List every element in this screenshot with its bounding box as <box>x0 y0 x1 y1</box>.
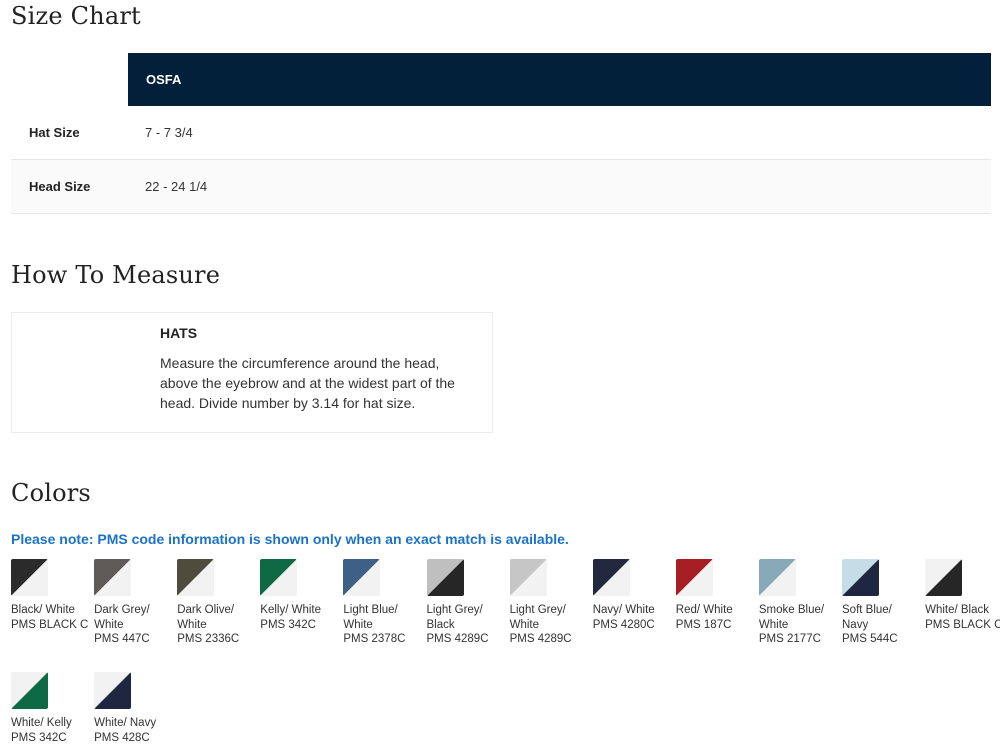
size-column-header: OSFA <box>128 53 991 106</box>
size-row-label: Hat Size <box>29 125 80 140</box>
size-row-label: Head Size <box>29 179 91 194</box>
color-name: White/ Kelly <box>11 717 72 729</box>
color-name: Black/ White <box>11 604 75 616</box>
color-swatch-chip <box>925 559 963 596</box>
color-swatch-label: Navy/ White PMS 4280C <box>593 603 671 632</box>
color-swatch[interactable]: White/ Navy PMS 428C <box>94 672 174 745</box>
color-swatch-label: Kelly/ White PMS 342C <box>260 603 338 632</box>
color-name: Navy/ White <box>592 604 655 616</box>
color-swatch-label: Light Grey/ Black PMS 4289C <box>427 603 505 647</box>
color-swatch-label: Light Grey/ White PMS 4289C <box>510 603 588 647</box>
color-pms-code: PMS 342C <box>11 731 67 744</box>
color-name: Light Grey/ Black <box>426 604 483 631</box>
color-pms-code: PMS 428C <box>94 731 150 744</box>
color-swatch[interactable]: Black/ White PMS BLACK C <box>11 559 91 632</box>
color-name: Red/ White <box>675 604 733 616</box>
color-swatch[interactable]: White/ Black PMS BLACK C <box>925 559 1000 632</box>
color-swatch-chip <box>509 559 547 596</box>
color-pms-code: PMS 4289C <box>426 633 489 645</box>
color-swatch-chip <box>94 559 132 596</box>
measure-instructions: Measure the circumference around the hea… <box>160 355 455 411</box>
measure-card: HATS Measure the circumference around th… <box>11 312 493 433</box>
color-name: Smoke Blue/ White <box>758 604 825 631</box>
color-pms-code: PMS BLACK C <box>11 618 89 631</box>
color-pms-code: PMS 447C <box>94 633 150 645</box>
size-row-hat: Hat Size 7 - 7 3/4 <box>11 106 991 160</box>
color-swatch-label: White/ Kelly PMS 342C <box>11 716 89 745</box>
color-swatch[interactable]: Soft Blue/ Navy PMS 544C <box>842 559 922 647</box>
color-swatch-label: White/ Navy PMS 428C <box>94 716 172 745</box>
color-swatch-chip <box>177 559 215 596</box>
color-swatch-label: Black/ White PMS BLACK C <box>11 603 89 632</box>
color-swatch[interactable]: Dark Olive/ White PMS 2336C <box>177 559 257 647</box>
color-name: White/ Navy <box>94 717 157 729</box>
color-pms-code: PMS 187C <box>675 618 732 631</box>
colors-title: Colors <box>11 479 91 507</box>
color-swatch[interactable]: Navy/ White PMS 4280C <box>592 559 673 632</box>
color-swatch[interactable]: Red/ White PMS 187C <box>675 559 756 632</box>
color-swatch-label: Red/ White PMS 187C <box>676 603 754 632</box>
pms-note: Please note: PMS code information is sho… <box>11 531 569 547</box>
color-swatch-chip <box>11 559 48 596</box>
color-name: Light Blue/ White <box>343 604 398 631</box>
color-swatch-label: Soft Blue/ Navy PMS 544C <box>842 603 920 647</box>
color-pms-code: PMS 2378C <box>343 633 406 645</box>
size-chart-title: Size Chart <box>11 2 141 30</box>
color-pms-code: PMS 2336C <box>177 633 240 645</box>
color-name: Light Grey/ White <box>509 604 566 631</box>
color-swatch-label: Light Blue/ White PMS 2378C <box>343 603 421 647</box>
color-name: Soft Blue/ Navy <box>842 604 892 631</box>
color-swatch-label: Smoke Blue/ White PMS 2177C <box>759 603 837 647</box>
color-swatch[interactable]: White/ Kelly PMS 342C <box>11 672 91 745</box>
color-name: Dark Olive/ White <box>177 604 235 631</box>
color-swatch[interactable]: Kelly/ White PMS 342C <box>260 559 340 632</box>
measure-heading: HATS <box>160 325 198 341</box>
color-swatch[interactable]: Light Grey/ Black PMS 4289C <box>426 559 507 647</box>
color-name: Kelly/ White <box>260 604 322 616</box>
color-pms-code: PMS BLACK C <box>925 618 1000 631</box>
color-swatch-chip <box>94 672 132 709</box>
color-swatch-chip <box>11 672 48 709</box>
color-pms-code: PMS 342C <box>260 618 316 631</box>
color-swatch-chip <box>842 559 879 596</box>
color-swatch-chip <box>343 559 381 596</box>
color-name: White/ Black <box>925 604 990 616</box>
size-row-value: 7 - 7 3/4 <box>145 125 193 140</box>
color-swatch-label: White/ Black PMS BLACK C <box>925 603 1000 632</box>
color-swatch-label: Dark Grey/ White PMS 447C <box>94 603 172 647</box>
color-name: Dark Grey/ White <box>94 604 150 631</box>
size-row-value: 22 - 24 1/4 <box>145 179 208 194</box>
color-pms-code: PMS 544C <box>842 633 898 645</box>
color-pms-code: PMS 2177C <box>758 633 821 645</box>
color-swatch-chip <box>758 559 796 596</box>
color-swatch-chip <box>260 559 298 596</box>
how-to-measure-title: How To Measure <box>11 261 221 289</box>
color-pms-code: PMS 4289C <box>509 633 572 645</box>
color-swatch[interactable]: Light Grey/ White PMS 4289C <box>509 559 590 647</box>
color-pms-code: PMS 4280C <box>592 618 655 631</box>
color-swatch-chip <box>675 559 713 596</box>
color-swatch[interactable]: Light Blue/ White PMS 2378C <box>343 559 423 647</box>
color-swatch[interactable]: Smoke Blue/ White PMS 2177C <box>758 559 839 647</box>
size-row-head: Head Size 22 - 24 1/4 <box>11 160 991 214</box>
color-swatch-chip <box>592 559 630 596</box>
color-swatch[interactable]: Dark Grey/ White PMS 447C <box>94 559 174 647</box>
color-swatch-label: Dark Olive/ White PMS 2336C <box>177 603 255 647</box>
color-swatch-chip <box>426 559 464 596</box>
